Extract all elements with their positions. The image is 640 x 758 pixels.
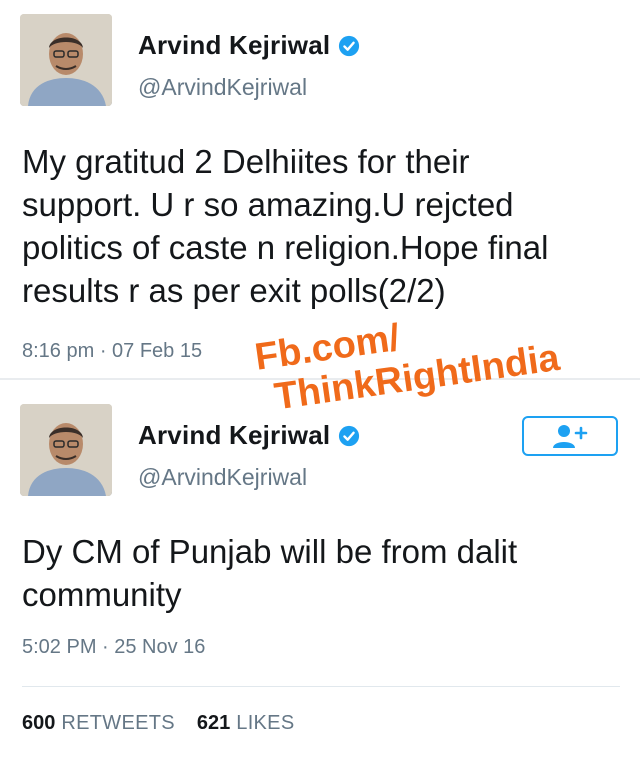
avatar-portrait-icon bbox=[20, 404, 112, 496]
retweet-label[interactable]: RETWEETS bbox=[61, 712, 175, 735]
add-user-icon bbox=[553, 425, 588, 448]
like-label[interactable]: LIKES bbox=[236, 712, 294, 735]
avatar-portrait-icon bbox=[20, 14, 112, 106]
follow-button[interactable] bbox=[522, 416, 618, 456]
tweet-timestamp[interactable]: 8:16 pm · 07 Feb 15 bbox=[22, 340, 202, 363]
tweet-stats: 600 RETWEETS 621 LIKES bbox=[22, 712, 316, 735]
verified-badge-icon bbox=[339, 35, 360, 56]
retweet-count[interactable]: 600 bbox=[22, 712, 55, 735]
author-handle[interactable]: @ArvindKejriwal bbox=[138, 464, 307, 491]
tweet-timestamp[interactable]: 5:02 PM · 25 Nov 16 bbox=[22, 636, 205, 659]
avatar[interactable] bbox=[20, 404, 112, 496]
author-row: Arvind Kejriwal bbox=[138, 30, 360, 61]
author-name[interactable]: Arvind Kejriwal bbox=[138, 30, 330, 61]
author-name[interactable]: Arvind Kejriwal bbox=[138, 420, 330, 451]
like-count[interactable]: 621 bbox=[197, 712, 230, 735]
stats-divider bbox=[22, 686, 620, 687]
author-row: Arvind Kejriwal bbox=[138, 420, 360, 451]
avatar[interactable] bbox=[20, 14, 112, 106]
author-handle[interactable]: @ArvindKejriwal bbox=[138, 74, 307, 101]
verified-badge-icon bbox=[339, 425, 360, 446]
tweet-text: Dy CM of Punjab will be from dalit commu… bbox=[22, 533, 518, 613]
